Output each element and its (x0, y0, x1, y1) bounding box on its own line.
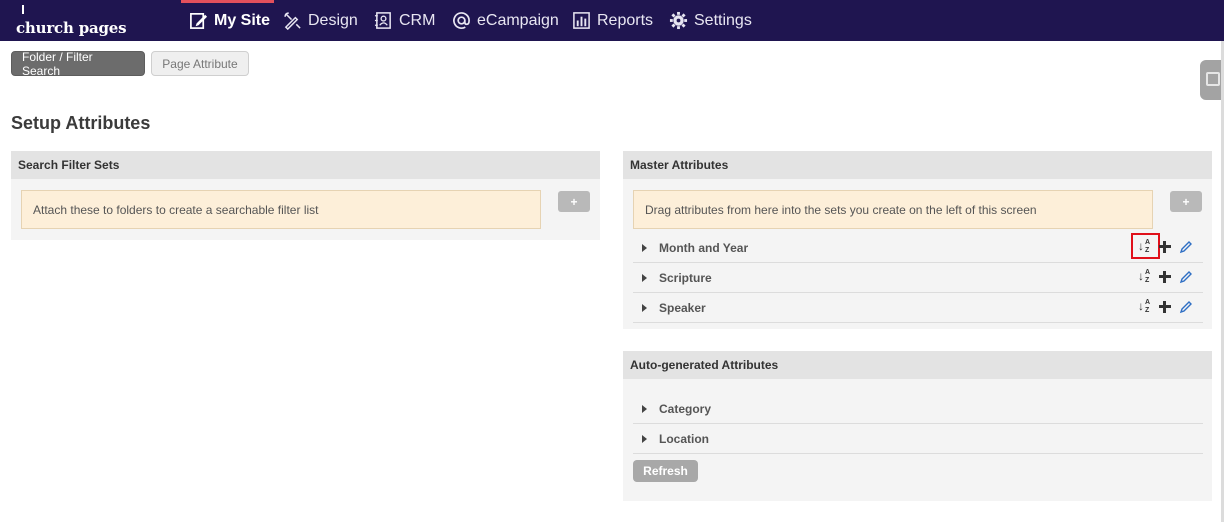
attribute-label: Location (659, 431, 709, 446)
sort-letter-z: Z (1145, 307, 1150, 314)
sort-letter-a: A (1145, 299, 1151, 306)
sort-letter-a: A (1145, 239, 1151, 246)
nav-label: eCampaign (477, 11, 559, 29)
attribute-label: Speaker (659, 300, 706, 315)
contact-card-icon (1206, 72, 1220, 86)
nav-my-site[interactable]: My Site (181, 0, 274, 41)
bar-chart-icon (571, 11, 591, 31)
logo-text: church pages (16, 19, 127, 37)
pencil-icon[interactable] (1179, 300, 1193, 314)
nav-settings[interactable]: Settings (668, 0, 752, 41)
add-value-icon[interactable] (1158, 300, 1172, 314)
master-attributes-panel: Master Attributes Drag attributes from h… (623, 151, 1212, 329)
expand-caret-icon[interactable] (642, 303, 647, 312)
attribute-row-location[interactable]: Location (633, 424, 1203, 454)
contacts-book-icon (373, 11, 393, 31)
add-filter-set-button[interactable]: + (558, 191, 590, 212)
nav-design[interactable]: Design (282, 0, 358, 41)
row-actions: ↓ A Z (1131, 233, 1193, 259)
attribute-label: Month and Year (659, 240, 749, 255)
page-title: Setup Attributes (11, 113, 151, 133)
sort-alpha-icon[interactable]: ↓ A Z (1137, 269, 1153, 285)
add-attribute-button[interactable]: + (1170, 191, 1202, 212)
expand-caret-icon[interactable] (642, 404, 647, 413)
highlight-box (1131, 233, 1160, 259)
attribute-label: Scripture (659, 270, 712, 285)
edit-page-icon (188, 11, 208, 31)
panel-heading: Search Filter Sets (11, 151, 600, 179)
tab-page-attribute[interactable]: Page Attribute (151, 51, 249, 76)
expand-caret-icon[interactable] (642, 273, 647, 282)
steeple-icon (22, 5, 24, 14)
row-actions: ↓ A Z (1137, 299, 1193, 315)
attribute-label: Category (659, 401, 712, 416)
pencil-icon[interactable] (1179, 240, 1193, 254)
attribute-row-speaker[interactable]: Speaker ↓ A Z (633, 293, 1203, 323)
refresh-button[interactable]: Refresh (633, 460, 698, 482)
nav-label: Design (308, 11, 358, 29)
nav-label: My Site (214, 11, 271, 29)
nav-label: Settings (694, 11, 752, 29)
expand-caret-icon[interactable] (642, 243, 647, 252)
sort-letter-a: A (1145, 269, 1151, 276)
nav-reports[interactable]: Reports (571, 0, 653, 41)
search-filter-sets-panel: Search Filter Sets Attach these to folde… (11, 151, 600, 240)
auto-generated-attributes-panel: Auto-generated Attributes Category Locat… (623, 351, 1212, 501)
sort-alpha-icon[interactable]: ↓ A Z (1131, 233, 1160, 259)
panel-heading: Master Attributes (623, 151, 1212, 179)
attribute-row-category[interactable]: Category (633, 394, 1203, 424)
hint-box: Drag attributes from here into the sets … (633, 190, 1153, 229)
nav-label: CRM (399, 11, 436, 29)
row-actions: ↓ A Z (1137, 269, 1193, 285)
add-value-icon[interactable] (1158, 270, 1172, 284)
expand-caret-icon[interactable] (642, 434, 647, 443)
gear-icon (668, 11, 688, 31)
tab-folder-filter-search[interactable]: Folder / Filter Search (11, 50, 145, 78)
add-value-icon[interactable] (1158, 240, 1172, 254)
nav-crm[interactable]: CRM (373, 0, 435, 41)
sort-letter-z: Z (1145, 277, 1150, 284)
pencil-icon[interactable] (1179, 270, 1193, 284)
nav-label: Reports (597, 11, 654, 29)
design-tools-icon (282, 11, 302, 31)
church-pages-logo[interactable]: church pages (16, 5, 127, 37)
attribute-row-month-and-year[interactable]: Month and Year ↓ A Z (633, 233, 1203, 263)
panel-heading: Auto-generated Attributes (623, 351, 1212, 379)
sort-letter-z: Z (1145, 247, 1150, 254)
at-sign-icon (451, 11, 471, 31)
hint-box: Attach these to folders to create a sear… (21, 190, 541, 229)
nav-ecampaign[interactable]: eCampaign (451, 0, 559, 41)
top-navigation-bar: church pages My Site Design CRM eCampaig… (0, 0, 1224, 41)
sort-alpha-icon[interactable]: ↓ A Z (1137, 299, 1153, 315)
attribute-row-scripture[interactable]: Scripture ↓ A Z (633, 263, 1203, 293)
